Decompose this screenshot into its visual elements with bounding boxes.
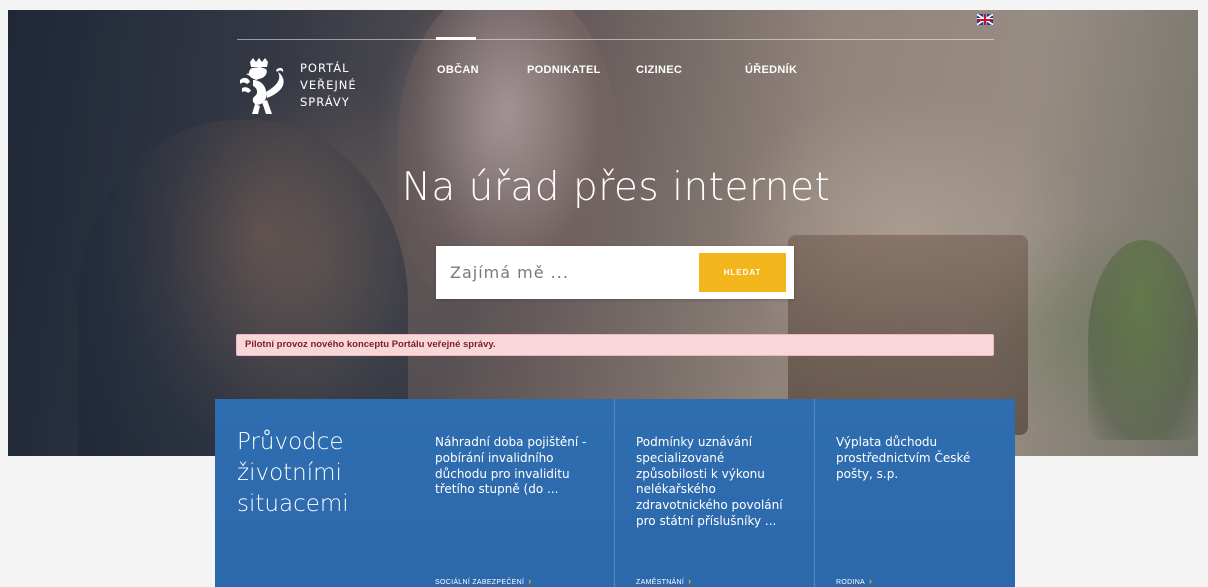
logo-line-1: PORTÁL <box>300 61 350 75</box>
hero-title: Na úřad přes internet <box>401 165 831 210</box>
hero-background <box>8 10 1198 456</box>
logo-line-3: SPRÁVY <box>300 95 350 109</box>
logo-text: PORTÁL VEŘEJNÉ SPRÁVY <box>300 60 357 111</box>
guide-link-1[interactable]: Náhradní doba pojištění - pobírání inval… <box>435 435 607 498</box>
search-box: HLEDAT <box>436 246 794 299</box>
nav-item-podnikatel[interactable]: PODNIKATEL <box>527 64 601 76</box>
nav-active-indicator <box>436 37 476 40</box>
guide-column-3: Výplata důchodu prostřednictvím České po… <box>814 399 1015 587</box>
nav-item-obcan[interactable]: OBČAN <box>437 64 479 76</box>
search-input[interactable] <box>436 246 686 299</box>
life-situations-title: Průvodce životními situacemi <box>237 429 349 517</box>
chevron-right-icon: › <box>528 576 532 586</box>
logo-line-2: VEŘEJNÉ <box>300 78 357 92</box>
guide-category-2[interactable]: ZAMĚSTNÁNÍ › <box>636 576 691 586</box>
chevron-right-icon: › <box>869 576 873 586</box>
pilot-notice: Pilotní provoz nového konceptu Portálu v… <box>236 334 994 356</box>
header-divider <box>237 39 994 40</box>
guide-category-1[interactable]: SOCIÁLNÍ ZABEZPEČENÍ › <box>435 576 532 586</box>
page: PORTÁL VEŘEJNÉ SPRÁVY OBČAN PODNIKATEL C… <box>0 0 1208 587</box>
search-button[interactable]: HLEDAT <box>699 253 786 292</box>
nav-item-urednik[interactable]: ÚŘEDNÍK <box>745 64 797 76</box>
portal-logo[interactable]: PORTÁL VEŘEJNÉ SPRÁVY <box>236 56 366 122</box>
life-situations-panel: Průvodce životními situacemi Náhradní do… <box>215 399 1015 587</box>
guide-category-2-label: ZAMĚSTNÁNÍ <box>636 579 685 586</box>
guide-category-3[interactable]: RODINA › <box>836 576 872 586</box>
guide-link-3[interactable]: Výplata důchodu prostřednictvím České po… <box>836 435 986 482</box>
guide-category-1-label: SOCIÁLNÍ ZABEZPEČENÍ <box>435 579 525 586</box>
guide-column-2: Podmínky uznávání specializované způsobi… <box>614 399 815 587</box>
guide-column-1: Náhradní doba pojištění - pobírání inval… <box>435 399 615 587</box>
nav-item-cizinec[interactable]: CIZINEC <box>636 64 682 76</box>
guide-link-2[interactable]: Podmínky uznávání specializované způsobi… <box>636 435 796 530</box>
hero-overlay <box>8 10 1198 456</box>
chevron-right-icon: › <box>688 576 692 586</box>
czech-lion-icon <box>240 58 284 114</box>
pilot-notice-text: Pilotní provoz nového konceptu Portálu v… <box>245 339 496 350</box>
uk-flag-icon[interactable] <box>977 14 993 25</box>
guide-category-3-label: RODINA <box>836 579 866 586</box>
